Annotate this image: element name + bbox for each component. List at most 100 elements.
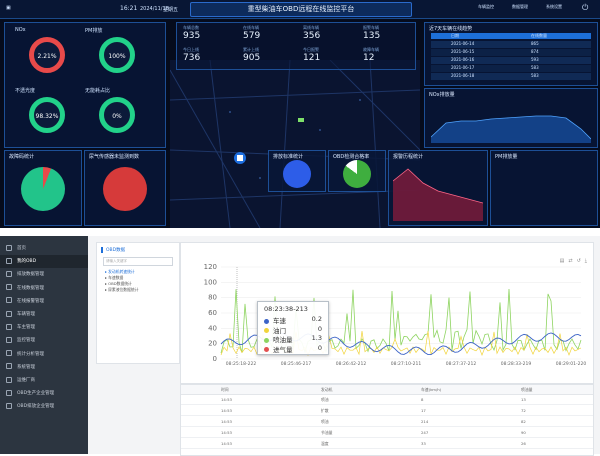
sidebar-item[interactable]: 车主管理 bbox=[0, 321, 88, 334]
fault-pie bbox=[21, 167, 65, 211]
table-cell: 温度 bbox=[321, 441, 329, 446]
y-tick-label: 60 bbox=[208, 309, 217, 317]
table-row-divider bbox=[181, 404, 593, 405]
obd-tree-panel: OBD数据 请输入关键字 ▸ 发动机转速统计 ▸ 车速数据 ▸ OBD数据统计 ▸ 尿… bbox=[96, 242, 180, 364]
gauge-value: 98.32% bbox=[35, 113, 59, 120]
fault-code-title: 故障码统计 bbox=[9, 154, 35, 160]
sidebar-item[interactable]: 车辆管理 bbox=[0, 308, 88, 321]
nav-data-manage[interactable]: 数据管理 bbox=[512, 4, 528, 10]
recent-date: 2021-06-15 bbox=[451, 49, 475, 54]
y-tick-label: 20 bbox=[208, 340, 217, 348]
x-tick-label: 08:27:10-211 bbox=[391, 361, 422, 367]
tree-item-label: 尿素液位数据统计 bbox=[108, 287, 139, 292]
menu-icon bbox=[6, 402, 12, 409]
menu-icon bbox=[6, 284, 12, 291]
tree-title: OBD数据 bbox=[101, 247, 125, 253]
data-view-icon[interactable]: ▤ bbox=[560, 258, 565, 264]
alarm-stats-chart bbox=[393, 168, 483, 221]
sidebar-item-label: 在线报警管理 bbox=[17, 298, 44, 304]
sidebar-item[interactable]: 系统管理 bbox=[0, 361, 88, 374]
recent-count: 874 bbox=[531, 49, 539, 54]
nav-system-settings[interactable]: 系统设置 bbox=[546, 4, 562, 10]
logo: ▣ bbox=[6, 5, 11, 11]
sidebar-item-label: OBD排放企业管理 bbox=[17, 404, 55, 410]
tooltip-row: 进气量 bbox=[264, 344, 293, 354]
sidebar-item[interactable]: OBD生产企业管理 bbox=[0, 387, 88, 400]
gauge-ring: 100% bbox=[99, 37, 135, 73]
sidebar-item[interactable]: 在线报警管理 bbox=[0, 295, 88, 308]
stat-value: 12 bbox=[363, 53, 375, 63]
nox-trend-panel: NOx排放量 bbox=[424, 88, 598, 148]
menu-icon bbox=[6, 323, 12, 330]
stat-value: 356 bbox=[303, 31, 321, 41]
sidebar-item-label: OBD生产企业管理 bbox=[17, 391, 55, 397]
gauge-label: 不透光度 bbox=[15, 88, 36, 94]
sidebar-item-label: 在线数据管理 bbox=[17, 285, 44, 291]
sidebar-item-label: 监控管理 bbox=[17, 338, 35, 344]
x-tick-label: 08:26:42-212 bbox=[336, 361, 367, 367]
menu-icon bbox=[6, 244, 12, 251]
oxygen-sensor-panel: 尿气传感器未监测到数 bbox=[84, 150, 166, 226]
table-cell: 72 bbox=[521, 408, 526, 413]
sidebar-item[interactable]: 监控管理 bbox=[0, 334, 88, 347]
sidebar-item-label: 车主管理 bbox=[17, 325, 35, 331]
admin-console: 首页 我的OBD 排放数据管理 在线数据管理 在线报警管理车辆管理车主管理监控管理统计分… bbox=[0, 236, 600, 456]
menu-icon bbox=[6, 350, 12, 357]
tooltip-series-name: 进气量 bbox=[273, 345, 293, 354]
sidebar-item[interactable]: 统计分析管理 bbox=[0, 348, 88, 361]
table-cell: 13 bbox=[521, 397, 526, 402]
save-icon[interactable]: ⤓ bbox=[585, 258, 587, 264]
legend-dot-icon bbox=[264, 328, 269, 333]
sidebar-item[interactable]: 在线数据管理 bbox=[0, 282, 88, 295]
sidebar-item[interactable]: 排放数据管理 bbox=[0, 268, 88, 281]
gauge-ring: 2.21% bbox=[29, 37, 65, 73]
vehicle-stats-panel: 车辆总数 935 在线车辆 579 离线车辆 356 报警车辆 135 今日上线 736 累计上线 9… bbox=[176, 22, 416, 70]
sidebar-item[interactable]: 运维厂商 bbox=[0, 374, 88, 387]
emission-standard-title: 排放标准统计 bbox=[273, 154, 304, 160]
sidebar-item[interactable]: OBD排放企业管理 bbox=[0, 400, 88, 413]
table-cell: 33 bbox=[421, 441, 426, 446]
tooltip-row: 车速 bbox=[264, 315, 286, 325]
table-cell: 17 bbox=[421, 408, 426, 413]
tree-item[interactable]: ▸ 尿素液位数据统计 bbox=[105, 287, 139, 293]
page-title: 重型柴油车OBD远程在线监控平台 bbox=[190, 2, 412, 17]
map-roads bbox=[169, 59, 421, 228]
obd-pass-rate-pie bbox=[343, 160, 371, 188]
switch-icon[interactable]: ⇄ bbox=[568, 258, 572, 264]
sidebar-item-label: 排放数据管理 bbox=[17, 272, 44, 278]
sidebar-item[interactable]: 我的OBD bbox=[0, 255, 88, 269]
tooltip-time: 08:23:38-213 bbox=[264, 305, 308, 313]
recent-count: 583 bbox=[531, 73, 539, 78]
dashboard: ▣ 16:21 2024/11/18 星期五 重型柴油车OBD远程在线监控平台 … bbox=[0, 0, 600, 228]
vehicle-marker[interactable] bbox=[298, 118, 304, 122]
map-view[interactable] bbox=[169, 59, 421, 228]
tooltip-row: 喷油量 bbox=[264, 334, 293, 344]
tooltip-series-value: 0 bbox=[317, 324, 322, 333]
x-tick-label: 08:28:33-219 bbox=[501, 361, 532, 367]
y-tick-label: 100 bbox=[204, 278, 217, 286]
menu-icon bbox=[6, 376, 12, 383]
exit-icon[interactable]: ⏻ bbox=[582, 3, 588, 13]
table-cell: 247 bbox=[421, 430, 429, 435]
gauge-ring: 0% bbox=[99, 97, 135, 133]
sidebar-item[interactable]: 首页 bbox=[0, 242, 88, 255]
fault-code-panel: 故障码统计 bbox=[4, 150, 82, 226]
y-tick-label: 120 bbox=[204, 263, 217, 271]
table-header-cell: 发动机 bbox=[321, 387, 333, 392]
sidebar-item-label: 统计分析管理 bbox=[17, 351, 44, 357]
sidebar-item-label: 运维厂商 bbox=[17, 378, 35, 383]
legend-dot-icon bbox=[264, 337, 269, 343]
recent-date: 2021-06-17 bbox=[451, 65, 475, 70]
top-bar: ▣ 16:21 2024/11/18 星期五 重型柴油车OBD远程在线监控平台 … bbox=[0, 0, 600, 19]
pm-stats-panel: PM排放量 bbox=[490, 150, 598, 226]
tree-search-input[interactable]: 请输入关键字 bbox=[103, 257, 173, 266]
emission-standard-panel: 排放标准统计 bbox=[268, 150, 326, 192]
restore-icon[interactable]: ↺ bbox=[577, 258, 581, 264]
nav-vehicle-monitor[interactable]: 车辆监控 bbox=[478, 4, 494, 10]
stat-value: 736 bbox=[183, 53, 201, 63]
legend-dot-icon bbox=[264, 318, 269, 324]
gauge-value: 0% bbox=[112, 113, 122, 120]
clock-weekday: 星期五 bbox=[163, 7, 179, 13]
recent-count: 865 bbox=[531, 41, 539, 46]
table-cell: 喷油 bbox=[321, 419, 329, 424]
